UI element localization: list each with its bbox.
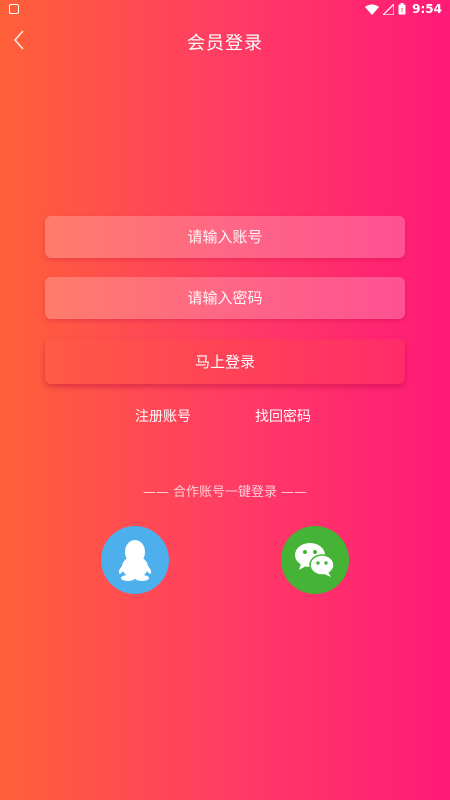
wechat-login-button[interactable] <box>281 526 349 594</box>
status-bar: ! 9:54 <box>0 0 450 20</box>
status-time: 9:54 <box>412 2 442 16</box>
signal-icon <box>383 3 395 15</box>
page-title: 会员登录 <box>187 33 263 54</box>
notification-icon <box>9 4 19 14</box>
account-field[interactable] <box>45 215 405 259</box>
register-link[interactable]: 注册账号 <box>135 406 191 426</box>
battery-icon: ! <box>398 3 406 15</box>
password-input[interactable] <box>45 276 405 320</box>
login-button[interactable]: 马上登录 <box>45 339 405 384</box>
status-icons: ! 9:54 <box>365 2 442 16</box>
third-party-login-caption: —— 合作账号一键登录 —— <box>142 485 308 500</box>
forgot-password-link[interactable]: 找回密码 <box>255 406 311 426</box>
password-field[interactable] <box>45 276 405 320</box>
svg-text:!: ! <box>401 8 404 15</box>
wechat-icon <box>295 543 335 577</box>
account-input[interactable] <box>45 215 405 259</box>
qq-icon <box>118 540 152 581</box>
wifi-icon <box>365 4 380 15</box>
qq-login-button[interactable] <box>101 526 169 594</box>
